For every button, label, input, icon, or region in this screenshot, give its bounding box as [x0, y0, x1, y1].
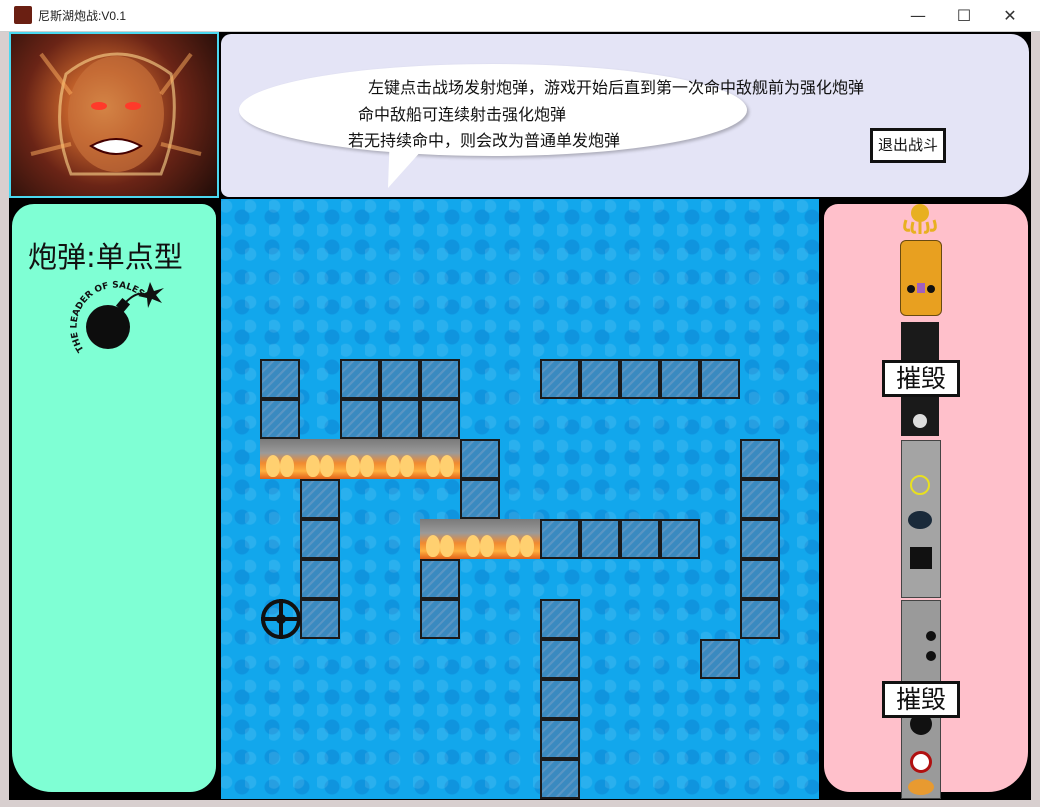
rock-tile — [300, 519, 340, 559]
rock-tile — [620, 359, 660, 399]
tip-line-1: 左键点击战场发射炮弹，游戏开始后直到第一次命中敌舰前为强化炮弹 — [368, 78, 865, 97]
burning-ship-tile — [380, 439, 420, 479]
rock-tile — [740, 519, 780, 559]
rock-tile — [260, 359, 300, 399]
octopus-icon — [903, 204, 937, 234]
rock-tile — [700, 359, 740, 399]
app-icon — [14, 6, 32, 24]
rock-tile — [340, 399, 380, 439]
window-title: 尼斯湖炮战:V0.1 — [38, 9, 127, 23]
minimize-button[interactable]: — — [895, 0, 941, 31]
rock-tile — [700, 639, 740, 679]
rock-tile — [540, 759, 580, 799]
burning-ship-tile — [300, 439, 340, 479]
crosshair-cursor-icon — [261, 599, 301, 639]
rock-tile — [540, 719, 580, 759]
close-button[interactable]: ✕ — [987, 0, 1033, 31]
rock-tile — [420, 599, 460, 639]
bomb-icon: THE LEADER OF SALES — [70, 281, 164, 354]
rock-tile — [740, 599, 780, 639]
rock-tile — [380, 399, 420, 439]
rock-tile — [420, 559, 460, 599]
rock-tile — [540, 359, 580, 399]
tip-line-3: 若无持续命中，则会改为普通单发炮弹 — [348, 131, 621, 150]
rock-tile — [460, 439, 500, 479]
rock-tile — [380, 359, 420, 399]
rock-tile — [420, 359, 460, 399]
burning-ship-tile — [420, 439, 460, 479]
rock-tile — [300, 599, 340, 639]
rock-tile — [340, 359, 380, 399]
rock-tile — [260, 399, 300, 439]
title-bar: 尼斯湖炮战:V0.1 — ☐ ✕ — [0, 0, 1040, 32]
rock-tile — [300, 559, 340, 599]
rock-tile — [460, 479, 500, 519]
captain-portrait — [9, 32, 219, 198]
rock-tile — [660, 519, 700, 559]
rock-tile — [740, 479, 780, 519]
tip-line-2: 命中敌船可连续射击强化炮弹 — [358, 105, 567, 124]
destroyed-badge: 摧毁 — [882, 360, 960, 397]
rock-tile — [620, 519, 660, 559]
rock-tile — [740, 439, 780, 479]
rock-tile — [660, 359, 700, 399]
rock-tile — [580, 519, 620, 559]
rock-tile — [540, 679, 580, 719]
rock-tile — [420, 399, 460, 439]
rock-tile — [540, 519, 580, 559]
burning-ship-tile — [260, 439, 300, 479]
maximize-button[interactable]: ☐ — [941, 0, 987, 31]
rock-tile — [300, 479, 340, 519]
exit-battle-button[interactable]: 退出战斗 — [870, 128, 946, 163]
rock-tile — [540, 599, 580, 639]
ammo-type-label: 炮弹:单点型 — [28, 240, 183, 274]
burning-ship-tile — [500, 519, 540, 559]
burning-ship-tile — [340, 439, 380, 479]
destroyed-badge: 摧毁 — [882, 681, 960, 718]
rock-tile — [580, 359, 620, 399]
burning-ship-tile — [460, 519, 500, 559]
rock-tile — [540, 639, 580, 679]
rock-tile — [740, 559, 780, 599]
burning-ship-tile — [420, 519, 460, 559]
gold-ship — [900, 240, 942, 316]
grey-battleship — [901, 440, 941, 598]
